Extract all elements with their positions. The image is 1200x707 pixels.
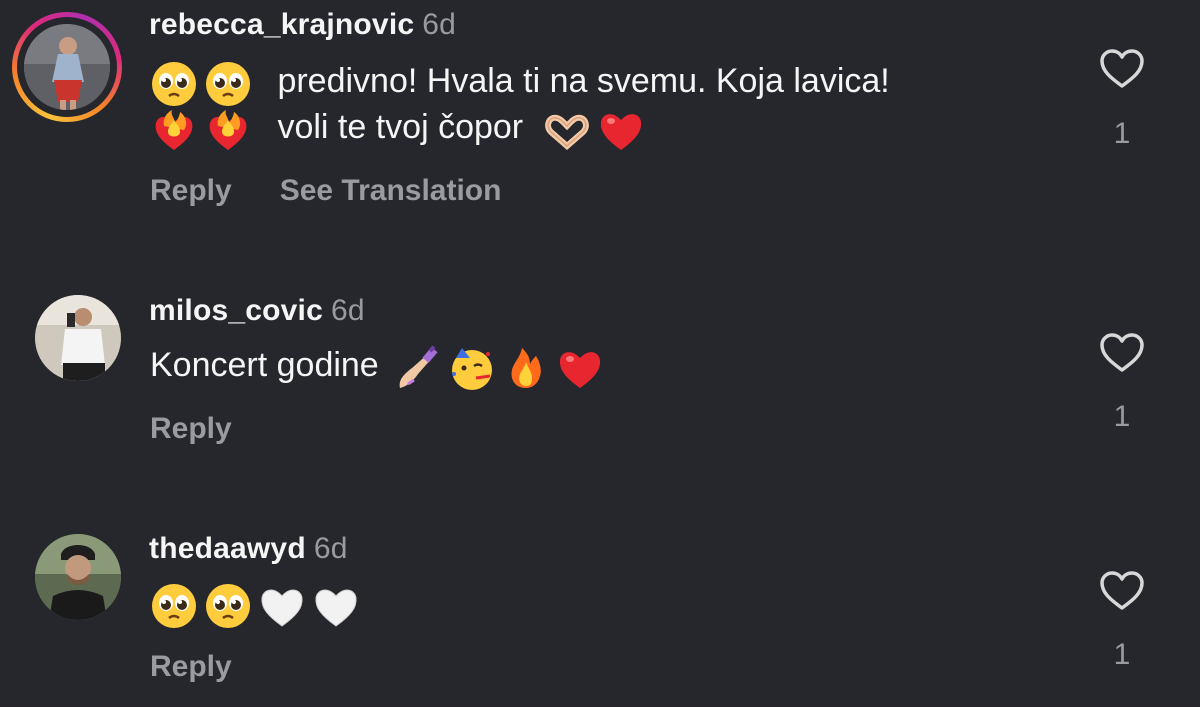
username[interactable]: thedaawyd <box>149 532 306 565</box>
timestamp: 6d <box>313 532 348 565</box>
comment-text-line: voli te tvoj čopor <box>150 104 651 154</box>
pleading-face-icon <box>204 582 252 630</box>
pleading-face-icon <box>150 582 198 630</box>
emoji-group <box>394 343 610 392</box>
avatar[interactable] <box>24 24 110 110</box>
emoji-group <box>150 59 258 108</box>
timestamp: 6d <box>330 294 365 327</box>
like-count: 1 <box>1113 638 1131 671</box>
reply-button[interactable]: Reply <box>150 174 232 207</box>
partying-face-icon <box>448 344 496 392</box>
comment-text: predivno! Hvala ti na svemu. Koja lavica… <box>277 62 890 100</box>
avatar[interactable] <box>35 295 121 381</box>
like-column <box>1092 570 1152 612</box>
comment-text-line: predivno! Hvala ti na svemu. Koja lavica… <box>150 58 890 108</box>
comment-item: milos_covic 6d Koncert godine Reply 1 <box>0 290 1200 480</box>
comment-text-line: Koncert godine <box>150 342 610 392</box>
heart-on-fire-icon <box>204 106 252 154</box>
red-heart-icon <box>597 106 645 154</box>
heart-on-fire-icon <box>150 106 198 154</box>
emoji-group <box>543 105 651 154</box>
comment-header: milos_covic 6d <box>149 294 365 328</box>
emoji-group <box>150 581 366 630</box>
comment-text: Koncert godine <box>150 346 379 384</box>
username[interactable]: rebecca_krajnovic <box>149 8 414 41</box>
heart-hands-icon <box>543 106 591 154</box>
comment-text: voli te tvoj čopor <box>277 108 524 146</box>
avatar[interactable] <box>35 534 121 620</box>
emoji-group <box>150 105 258 154</box>
comment-actions: Reply <box>150 650 232 684</box>
fire-icon <box>502 344 550 392</box>
comment-actions: Reply <box>150 412 232 446</box>
like-column <box>1092 48 1152 90</box>
like-count: 1 <box>1113 117 1131 150</box>
comment-text-line <box>150 580 366 630</box>
reply-button[interactable]: Reply <box>150 412 232 445</box>
heart-outline-icon[interactable] <box>1099 332 1145 374</box>
pleading-face-icon <box>150 60 198 108</box>
heart-outline-icon[interactable] <box>1099 570 1145 612</box>
comment-item: thedaawyd 6d Reply 1 <box>0 528 1200 707</box>
nail-polish-icon <box>394 344 442 392</box>
comment-header: rebecca_krajnovic 6d <box>149 8 456 42</box>
like-column <box>1092 332 1152 374</box>
story-ring[interactable] <box>12 12 122 122</box>
like-count: 1 <box>1113 400 1131 433</box>
comment-actions: Reply See Translation <box>150 174 501 208</box>
pleading-face-icon <box>204 60 252 108</box>
reply-button[interactable]: Reply <box>150 650 232 683</box>
username[interactable]: milos_covic <box>149 294 323 327</box>
timestamp: 6d <box>422 8 457 41</box>
comment-header: thedaawyd 6d <box>149 532 348 566</box>
white-heart-icon <box>312 582 360 630</box>
see-translation-button[interactable]: See Translation <box>280 174 502 207</box>
comment-item: rebecca_krajnovic 6d predivno! Hvala ti n… <box>0 0 1200 240</box>
red-heart-icon <box>556 344 604 392</box>
white-heart-icon <box>258 582 306 630</box>
heart-outline-icon[interactable] <box>1099 48 1145 90</box>
